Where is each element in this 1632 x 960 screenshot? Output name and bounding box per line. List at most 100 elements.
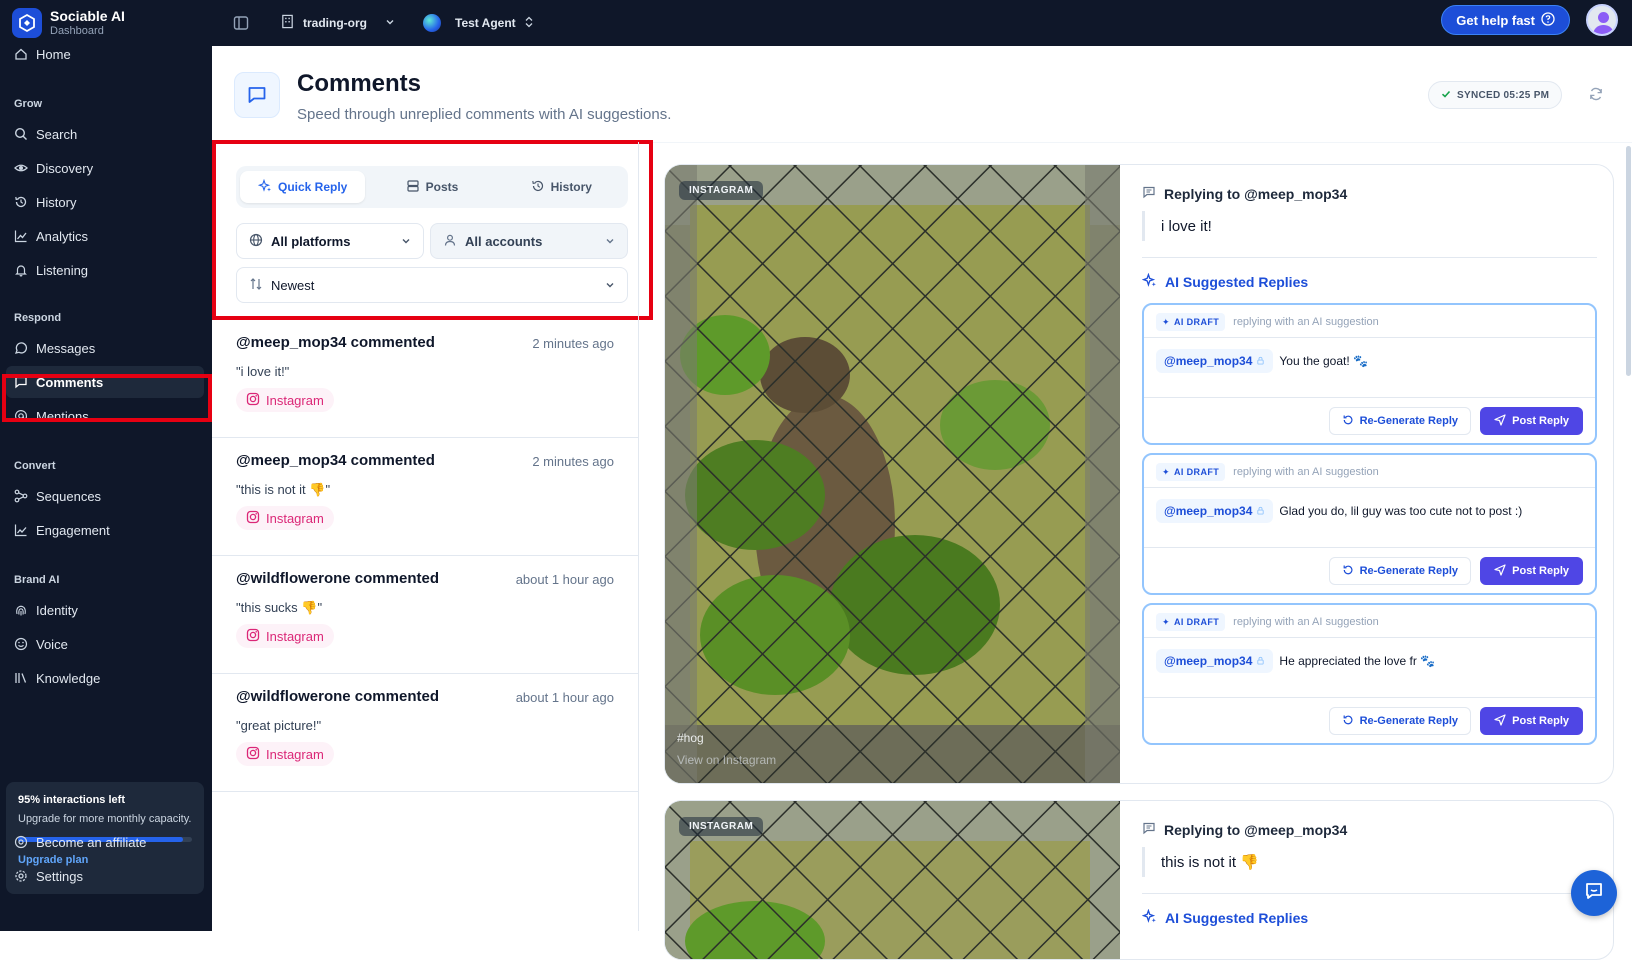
fingerprint-icon <box>14 603 28 617</box>
send-icon <box>1494 713 1506 729</box>
sidebar-toggle-icon[interactable] <box>230 12 252 34</box>
reply-pane: Replying to @meep_mop34 this is not it 👎… <box>1120 801 1613 959</box>
draft-hint: replying with an AI suggestion <box>1233 466 1379 478</box>
mention-label: @meep_mop34 <box>1164 354 1253 368</box>
get-help-button[interactable]: Get help fast <box>1441 5 1570 35</box>
sidebar-item-label: History <box>36 194 77 210</box>
sidebar-item-knowledge[interactable]: Knowledge <box>6 662 204 694</box>
sidebar-section-respond: Respond <box>14 312 62 324</box>
sync-status-badge: SYNCED 05:25 PM <box>1428 81 1563 109</box>
comment-text: "this is not it 👎" <box>236 482 331 497</box>
mention-chip: @meep_mop34 <box>1156 649 1274 673</box>
draft-reply-text[interactable]: He appreciated the love fr 🐾 <box>1279 654 1435 668</box>
reply-divider <box>1142 893 1597 894</box>
comment-icon <box>1142 821 1156 838</box>
sidebar: Home Grow Search Discovery History Analy… <box>0 46 212 931</box>
draft-hint: replying with an AI suggestion <box>1233 316 1379 328</box>
post-reply-label: Post Reply <box>1512 715 1569 727</box>
sidebar-item-sequences[interactable]: Sequences <box>6 480 204 512</box>
agent-switcher[interactable]: Test Agent <box>423 14 534 32</box>
sidebar-item-home[interactable]: Home <box>6 46 204 70</box>
sidebar-item-label: Knowledge <box>36 670 101 686</box>
sidebar-section-convert: Convert <box>14 460 56 472</box>
sidebar-item-identity[interactable]: Identity <box>6 594 204 626</box>
post-reply-button[interactable]: Post Reply <box>1480 557 1583 585</box>
sync-status-text: SYNCED 05:25 PM <box>1457 89 1550 101</box>
page-title: Comments <box>297 70 422 97</box>
trend-icon <box>14 523 28 537</box>
sidebar-item-listening[interactable]: Listening <box>6 254 204 286</box>
draft-reply-text[interactable]: Glad you do, lil guy was too cute not to… <box>1279 504 1522 518</box>
replying-to-label: Replying to @meep_mop34 <box>1164 185 1348 202</box>
comment-detail-card: INSTAGRAM #hog View on Instagram Replyin… <box>664 164 1614 784</box>
instagram-icon <box>246 628 260 645</box>
sidebar-item-engagement[interactable]: Engagement <box>6 514 204 546</box>
ai-draft-tag: ✦ AI DRAFT <box>1156 313 1226 331</box>
list-item[interactable]: @wildflowerone commented about 1 hour ag… <box>212 556 638 674</box>
post-image[interactable]: INSTAGRAM #hog View on Instagram <box>665 165 1120 783</box>
post-reply-button[interactable]: Post Reply <box>1480 707 1583 735</box>
sidebar-item-settings[interactable]: Settings <box>6 860 204 892</box>
home-icon <box>14 47 28 61</box>
lock-icon <box>1256 354 1265 368</box>
sidebar-item-search[interactable]: Search <box>6 118 204 150</box>
platform-label: Instagram <box>266 628 324 644</box>
sidebar-item-affiliate[interactable]: Become an affiliate <box>6 826 204 858</box>
org-switcher[interactable]: trading-org <box>280 14 395 32</box>
rotate-icon <box>1342 414 1354 429</box>
instagram-icon <box>246 392 260 409</box>
comment-author: @wildflowerone commented <box>236 570 439 587</box>
top-bar: Sociable AI Dashboard trading-org Test A… <box>0 0 1632 46</box>
regenerate-label: Re-Generate Reply <box>1359 565 1458 577</box>
list-item[interactable]: @wildflowerone commented about 1 hour ag… <box>212 674 638 792</box>
lock-icon <box>1256 654 1265 668</box>
sidebar-item-label: Settings <box>36 868 83 884</box>
regenerate-reply-button[interactable]: Re-Generate Reply <box>1328 557 1471 585</box>
scrollbar-thumb[interactable] <box>1626 146 1631 376</box>
refresh-icon[interactable] <box>1588 86 1606 104</box>
workflow-icon <box>14 489 28 503</box>
comment-author: @meep_mop34 commented <box>236 452 435 469</box>
sidebar-item-messages[interactable]: Messages <box>6 332 204 364</box>
regenerate-reply-button[interactable]: Re-Generate Reply <box>1328 707 1471 735</box>
brand[interactable]: Sociable AI Dashboard <box>0 0 212 46</box>
gear-icon <box>14 869 28 883</box>
post-image[interactable]: INSTAGRAM <box>665 801 1120 959</box>
comment-text: "this sucks 👎" <box>236 600 323 615</box>
sidebar-item-analytics[interactable]: Analytics <box>6 220 204 252</box>
ai-suggested-label: AI Suggested Replies <box>1165 910 1309 926</box>
original-comment-quote: i love it! <box>1142 211 1212 241</box>
post-reply-button[interactable]: Post Reply <box>1480 407 1583 435</box>
regenerate-reply-button[interactable]: Re-Generate Reply <box>1328 407 1471 435</box>
ai-draft-tag: ✦ AI DRAFT <box>1156 613 1226 631</box>
lock-icon <box>1256 504 1265 518</box>
list-item[interactable]: @meep_mop34 commented 2 minutes ago "i l… <box>212 320 638 438</box>
platform-label: Instagram <box>266 392 324 408</box>
sidebar-item-voice[interactable]: Voice <box>6 628 204 660</box>
media-caption: #hog <box>677 731 704 745</box>
sidebar-item-label: Voice <box>36 636 68 652</box>
media-platform-badge: INSTAGRAM <box>679 181 764 200</box>
ai-draft-tag-label: AI DRAFT <box>1173 467 1220 477</box>
view-on-instagram-link[interactable]: View on Instagram <box>677 753 776 767</box>
ai-suggested-replies-title: AI Suggested Replies <box>1141 908 1309 927</box>
org-name: trading-org <box>303 16 367 30</box>
sidebar-section-grow: Grow <box>14 98 43 110</box>
list-item[interactable]: @meep_mop34 commented 2 minutes ago "thi… <box>212 438 638 556</box>
user-avatar[interactable] <box>1586 4 1618 36</box>
history-icon <box>14 195 28 209</box>
replying-to: Replying to @meep_mop34 <box>1142 185 1347 202</box>
post-reply-label: Post Reply <box>1512 415 1569 427</box>
search-icon <box>14 127 28 141</box>
gift-icon <box>14 835 28 849</box>
upgrade-title: 95% interactions left <box>18 794 125 806</box>
draft-reply-text[interactable]: You the goat! 🐾 <box>1279 354 1368 368</box>
replying-to: Replying to @meep_mop34 <box>1142 821 1347 838</box>
sidebar-item-history[interactable]: History <box>6 186 204 218</box>
post-reply-label: Post Reply <box>1512 565 1569 577</box>
chat-launcher-button[interactable] <box>1571 870 1617 916</box>
regenerate-label: Re-Generate Reply <box>1359 715 1458 727</box>
sidebar-item-discovery[interactable]: Discovery <box>6 152 204 184</box>
column-divider <box>638 142 639 931</box>
ai-draft-card: ✦ AI DRAFT replying with an AI suggestion… <box>1142 303 1597 445</box>
